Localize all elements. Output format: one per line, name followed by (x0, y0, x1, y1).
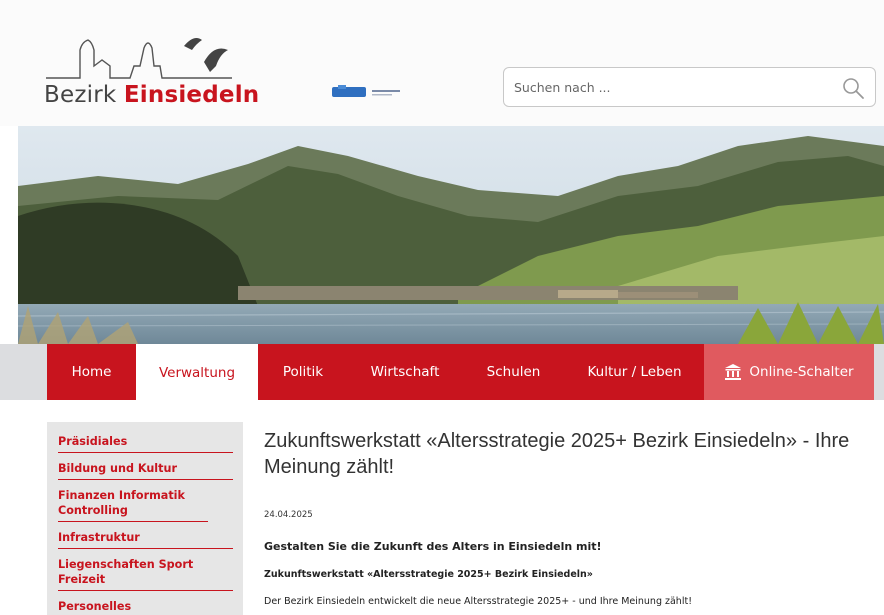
site-header: Bezirk Einsiedeln (0, 0, 884, 126)
nav-item-label: Online-Schalter (749, 364, 854, 380)
logo-text: Bezirk Einsiedeln (44, 82, 259, 108)
nav-bar: Home Verwaltung Politik Wirtschaft Schul… (47, 344, 874, 401)
nav-item-label: Kultur / Leben (587, 364, 682, 380)
site-logo[interactable]: Bezirk Einsiedeln (44, 30, 259, 114)
sidebar-subnav: Präsidiales Bildung und Kultur Finanzen … (47, 422, 243, 615)
article-body: Der Bezirk Einsiedeln entwickelt die neu… (264, 596, 692, 607)
article-lead: Gestalten Sie die Zukunft des Alters in … (264, 540, 602, 553)
nav-item-schulen[interactable]: Schulen (462, 344, 565, 400)
nav-item-verwaltung[interactable]: Verwaltung (136, 344, 258, 401)
nav-item-wirtschaft[interactable]: Wirtschaft (348, 344, 462, 400)
nav-item-label: Verwaltung (158, 364, 236, 381)
hero-landscape-image (18, 126, 884, 344)
nav-item-label: Politik (282, 364, 324, 380)
logo-text-bold: Einsiedeln (123, 82, 260, 108)
sidebar-item-praesidiales[interactable]: Präsidiales (58, 432, 233, 453)
logo-text-light: Bezirk (44, 82, 117, 108)
sidebar-item-bildung-kultur[interactable]: Bildung und Kultur (58, 459, 233, 480)
sidebar-item-personelles[interactable]: Personelles (58, 597, 233, 615)
nav-item-label: Wirtschaft (370, 364, 440, 380)
sidebar-item-liegenschaften[interactable]: Liegenschaften Sport Freizeit (58, 555, 233, 591)
search-box[interactable] (503, 67, 876, 107)
nav-item-home[interactable]: Home (47, 344, 136, 400)
nav-item-kultur-leben[interactable]: Kultur / Leben (565, 344, 704, 400)
page-title: Zukunftswerkstatt «Altersstrategie 2025+… (264, 430, 850, 478)
article-date: 24.04.2025 (264, 510, 313, 520)
sidebar-item-infrastruktur[interactable]: Infrastruktur (58, 528, 233, 549)
main-content: Zukunftswerkstatt «Altersstrategie 2025+… (264, 428, 874, 607)
nav-item-label: Schulen (486, 364, 541, 380)
search-input[interactable] (514, 77, 814, 97)
main-navigation: Home Verwaltung Politik Wirtschaft Schul… (0, 344, 884, 401)
nav-item-label: Home (71, 364, 112, 380)
partner-logo-icon (332, 85, 400, 97)
nav-item-online-schalter[interactable]: Online-Schalter (704, 344, 874, 400)
article-subhead: Zukunftswerkstatt «Altersstrategie 2025+… (264, 569, 593, 580)
search-icon[interactable] (841, 76, 865, 100)
nav-item-politik[interactable]: Politik (258, 344, 348, 400)
logo-skyline-icon (46, 38, 232, 79)
bank-icon (725, 364, 742, 380)
sidebar-item-finanzen[interactable]: Finanzen Informatik Controlling (58, 486, 208, 522)
